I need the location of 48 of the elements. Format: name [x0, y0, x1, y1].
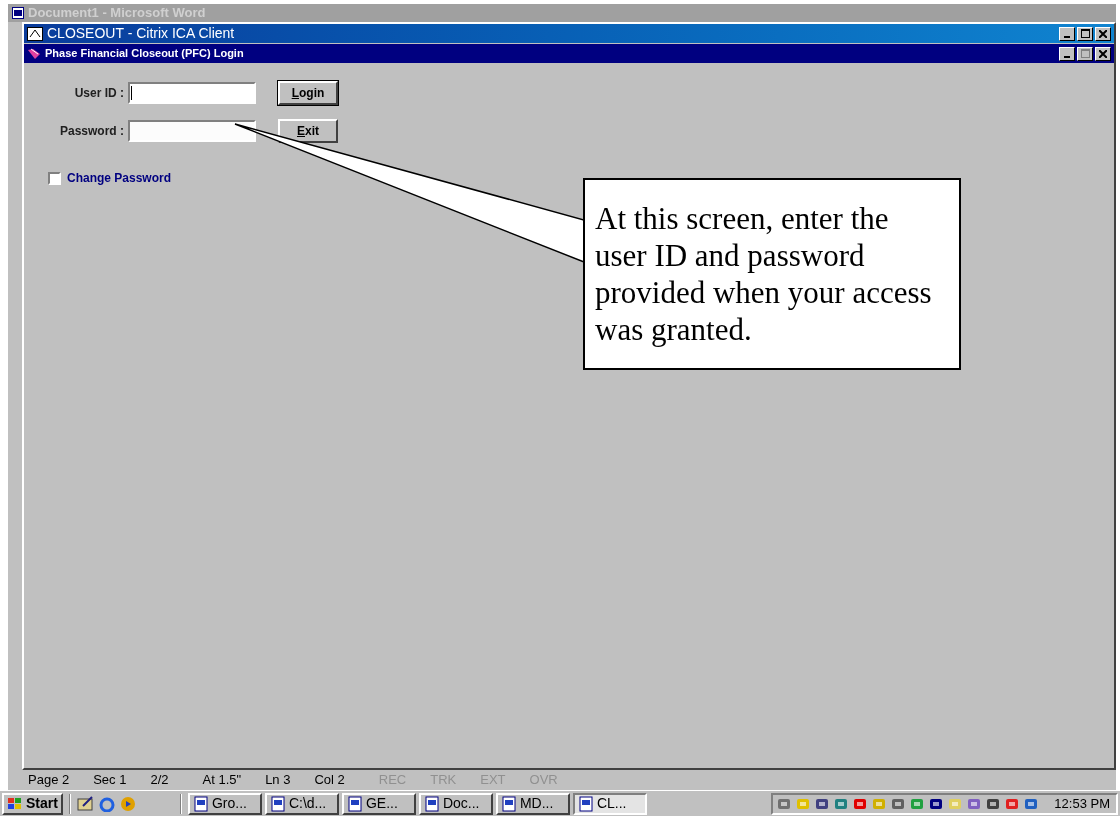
- minimize-icon: [1064, 35, 1070, 38]
- app-icon: [423, 795, 440, 812]
- close-button[interactable]: [1095, 26, 1111, 41]
- window-title: CLOSEOUT - Citrix ICA Client: [47, 24, 236, 43]
- taskbar-button[interactable]: GE...: [341, 792, 416, 815]
- maximize-icon: [1080, 49, 1090, 58]
- field-label: Password :: [58, 123, 125, 140]
- maximize-button[interactable]: [1077, 46, 1093, 61]
- start-button[interactable]: Start: [2, 792, 63, 815]
- app-icon: [346, 795, 363, 812]
- status-bar-item: Sec 1: [92, 771, 128, 790]
- close-icon: [1099, 49, 1107, 58]
- taskbar-button[interactable]: Gro...: [187, 792, 262, 815]
- media-player-icon[interactable]: [118, 795, 137, 812]
- taskbar-button[interactable]: Doc...: [418, 792, 493, 815]
- callout-box: At this screen, enter the user ID and password provided when your access was granted.: [583, 178, 961, 370]
- app-icon: [192, 795, 209, 812]
- windows-logo-icon: [7, 796, 23, 811]
- close-icon: [1099, 29, 1107, 38]
- app-icon: [500, 795, 517, 812]
- field-label: User ID :: [73, 85, 125, 102]
- dialog-title: Phase Financial Closeout (PFC) Login: [45, 46, 245, 62]
- maximize-button[interactable]: [1077, 26, 1093, 41]
- app-icon: [269, 795, 286, 812]
- minimize-button[interactable]: [1059, 26, 1075, 41]
- input-field[interactable]: [128, 82, 256, 104]
- clock: 12:53 PM: [1054, 794, 1110, 813]
- app-icon: [27, 26, 43, 41]
- checkbox-label[interactable]: Change Password: [67, 169, 172, 187]
- dialog-button[interactable]: Login: [278, 81, 338, 105]
- status-bar-item: Ln 3: [264, 771, 292, 790]
- minimize-button[interactable]: [1059, 46, 1075, 61]
- pencil-icon: [27, 47, 41, 60]
- status-bar-item: Page 2: [27, 771, 71, 790]
- app-icon: [577, 795, 594, 812]
- status-bar-item: At 1.5": [201, 771, 243, 790]
- input-field[interactable]: [128, 120, 256, 142]
- taskbar-button[interactable]: CL...: [572, 792, 647, 815]
- status-bar-item: 2/2: [149, 771, 170, 790]
- status-bar-item: Col 2: [313, 771, 346, 790]
- taskbar-button[interactable]: C:\d...: [264, 792, 339, 815]
- desktop-icon[interactable]: [76, 795, 95, 812]
- minimize-icon: [1064, 55, 1070, 58]
- document-icon: [12, 7, 24, 19]
- taskbar-button[interactable]: MD...: [495, 792, 570, 815]
- checkbox[interactable]: [48, 171, 61, 185]
- maximize-icon: [1080, 29, 1090, 38]
- close-button[interactable]: [1095, 46, 1111, 61]
